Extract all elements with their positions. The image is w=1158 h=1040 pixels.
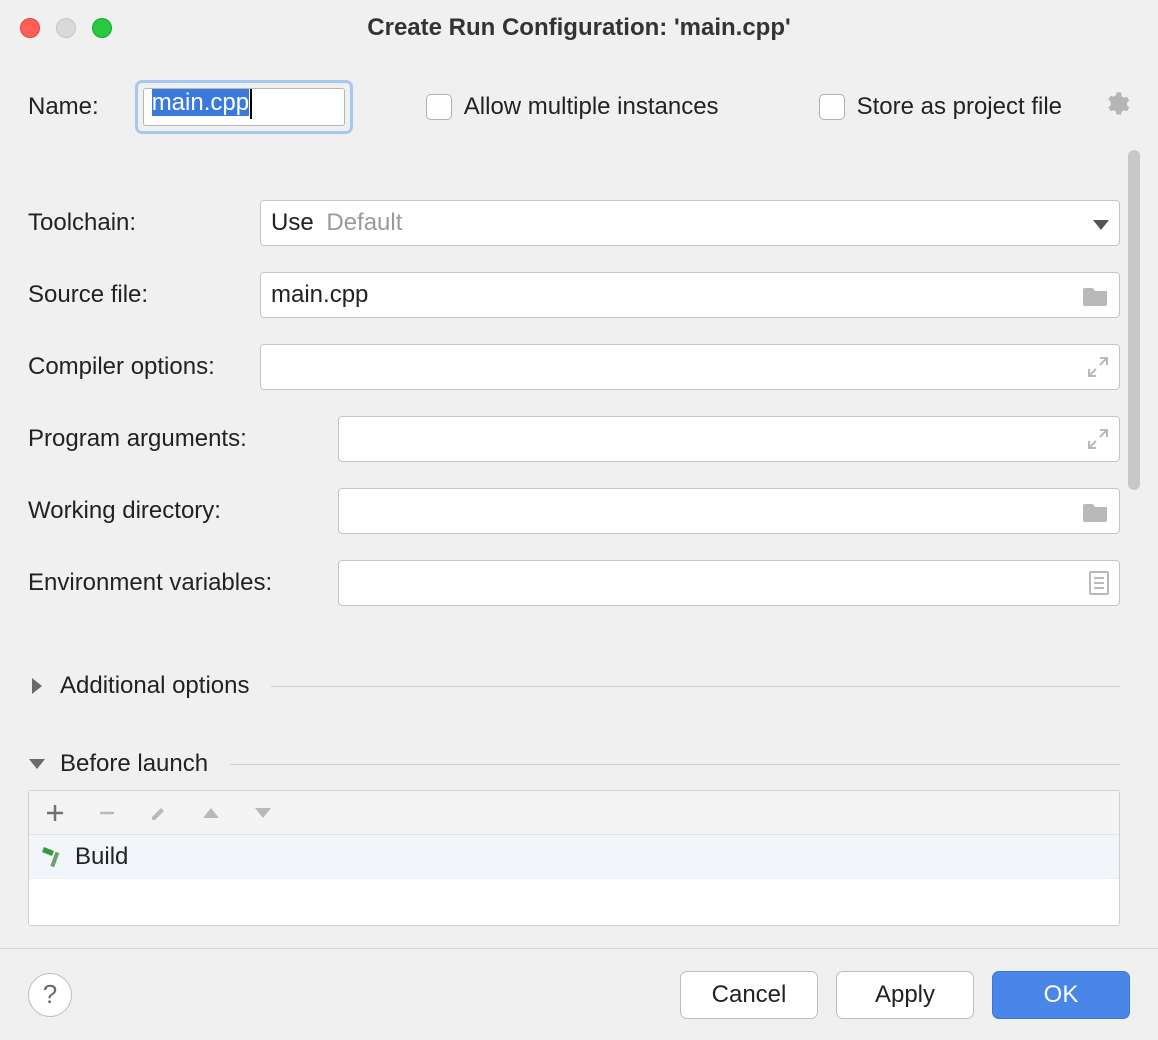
environment-variables-label: Environment variables:: [28, 569, 338, 597]
section-divider: [230, 764, 1120, 765]
toolchain-value: Default: [326, 209, 402, 236]
chevron-down-icon: [28, 759, 46, 769]
before-launch-title: Before launch: [60, 750, 208, 778]
allow-multiple-checkbox-group[interactable]: Allow multiple instances: [426, 93, 719, 121]
list-icon[interactable]: [1089, 571, 1109, 595]
maximize-window-button[interactable]: [92, 18, 112, 38]
program-arguments-input[interactable]: [338, 416, 1120, 462]
vertical-scrollbar[interactable]: [1128, 150, 1140, 940]
dialog-window: Create Run Configuration: 'main.cpp' Nam…: [0, 0, 1158, 1040]
scrollbar-thumb[interactable]: [1128, 150, 1140, 490]
allow-multiple-checkbox[interactable]: [426, 94, 452, 120]
additional-options-header[interactable]: Additional options: [28, 672, 1120, 700]
store-project-checkbox[interactable]: [819, 94, 845, 120]
content-area: Toolchain: Use Default Source file: main…: [28, 160, 1120, 948]
bottom-bar: ? Cancel Apply OK: [0, 948, 1158, 1040]
before-launch-panel: Build: [28, 790, 1120, 926]
edit-task-button[interactable]: [147, 801, 171, 825]
name-row: Name: main.cpp Allow multiple instances …: [0, 56, 1158, 134]
text-caret: [250, 89, 252, 119]
working-directory-label: Working directory:: [28, 497, 338, 525]
toolchain-prefix: Use: [271, 209, 314, 236]
name-label: Name:: [28, 93, 99, 121]
toolchain-select[interactable]: Use Default: [260, 200, 1120, 246]
move-down-button[interactable]: [251, 801, 275, 825]
help-button-label: ?: [43, 979, 57, 1010]
expand-icon[interactable]: [1087, 356, 1109, 378]
working-directory-input[interactable]: [338, 488, 1120, 534]
name-input[interactable]: main.cpp: [143, 88, 345, 126]
environment-variables-input[interactable]: [338, 560, 1120, 606]
titlebar: Create Run Configuration: 'main.cpp': [0, 0, 1158, 56]
chevron-right-icon: [28, 678, 46, 694]
cancel-button-label: Cancel: [712, 981, 787, 1009]
additional-options-title: Additional options: [60, 672, 249, 700]
close-window-button[interactable]: [20, 18, 40, 38]
compiler-options-label: Compiler options:: [28, 353, 260, 381]
before-launch-header[interactable]: Before launch: [28, 750, 1120, 778]
dialog-title: Create Run Configuration: 'main.cpp': [0, 14, 1158, 42]
expand-icon[interactable]: [1087, 428, 1109, 450]
cancel-button[interactable]: Cancel: [680, 971, 818, 1019]
move-up-button[interactable]: [199, 801, 223, 825]
chevron-down-icon: [1093, 209, 1109, 237]
apply-button[interactable]: Apply: [836, 971, 974, 1019]
before-launch-item-label: Build: [75, 843, 128, 871]
window-controls: [20, 18, 112, 38]
before-launch-toolbar: [29, 791, 1119, 835]
store-project-checkbox-group[interactable]: Store as project file: [819, 93, 1062, 121]
allow-multiple-label: Allow multiple instances: [464, 93, 719, 121]
store-project-label: Store as project file: [857, 93, 1062, 121]
browse-folder-icon[interactable]: [1083, 500, 1109, 522]
name-input-value: main.cpp: [152, 89, 249, 116]
compiler-options-input[interactable]: [260, 344, 1120, 390]
source-file-value: main.cpp: [271, 281, 368, 309]
section-divider: [271, 686, 1120, 687]
ok-button-label: OK: [1044, 981, 1079, 1009]
browse-folder-icon[interactable]: [1083, 284, 1109, 306]
source-file-input[interactable]: main.cpp: [260, 272, 1120, 318]
list-item[interactable]: Build: [29, 835, 1119, 879]
before-launch-section: Before launch: [28, 750, 1120, 926]
add-task-button[interactable]: [43, 801, 67, 825]
before-launch-list[interactable]: Build: [29, 835, 1119, 925]
form-grid: Toolchain: Use Default Source file: main…: [28, 160, 1120, 936]
minimize-window-button[interactable]: [56, 18, 76, 38]
remove-task-button[interactable]: [95, 801, 119, 825]
additional-options-section: Additional options: [28, 672, 1120, 700]
hammer-icon: [39, 844, 65, 870]
source-file-label: Source file:: [28, 281, 260, 309]
help-button[interactable]: ?: [28, 973, 72, 1017]
program-arguments-label: Program arguments:: [28, 425, 338, 453]
apply-button-label: Apply: [875, 981, 935, 1009]
name-input-focus-ring: main.cpp: [135, 80, 353, 134]
toolchain-label: Toolchain:: [28, 209, 260, 237]
ok-button[interactable]: OK: [992, 971, 1130, 1019]
gear-icon[interactable]: [1102, 90, 1130, 125]
